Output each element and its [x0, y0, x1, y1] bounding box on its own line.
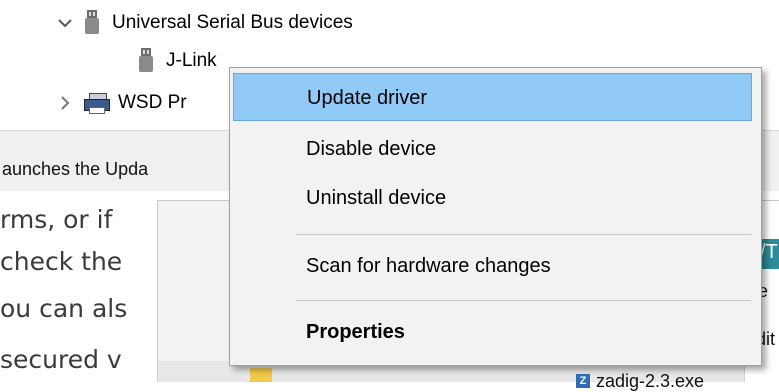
menu-item-update-driver[interactable]: Update driver [233, 73, 752, 121]
tree-node-jlink[interactable]: J-Link [118, 48, 217, 74]
menu-item-disable-device[interactable]: Disable device [233, 125, 752, 173]
background-text-line: ou can als [0, 294, 128, 323]
menu-separator [296, 300, 751, 301]
tree-node-usb-devices[interactable]: Universal Serial Bus devices [56, 10, 353, 36]
menu-item-uninstall-device[interactable]: Uninstall device [233, 174, 752, 222]
chevron-down-icon[interactable] [56, 14, 74, 32]
printer-icon [84, 93, 110, 114]
chevron-right-icon[interactable] [56, 94, 74, 112]
exe-file-icon: Z [576, 374, 590, 388]
status-text: aunches the Upda [2, 159, 149, 179]
context-menu: Update driver Disable device Uninstall d… [229, 67, 762, 366]
background-text-line: rms, or if [0, 205, 113, 234]
menu-item-scan-hardware[interactable]: Scan for hardware changes [233, 242, 752, 290]
file-name[interactable]: zadig-2.3.exe [596, 371, 704, 392]
folder-icon [250, 368, 272, 382]
menu-separator [296, 234, 751, 235]
background-text-line: check the [0, 247, 123, 276]
usb-icon [138, 48, 154, 74]
menu-item-properties[interactable]: Properties [233, 308, 752, 356]
tree-node-label: Universal Serial Bus devices [112, 12, 353, 33]
background-text-line: secured v [0, 345, 122, 374]
tree-node-wsd[interactable]: WSD Pr [56, 92, 187, 114]
usb-icon [84, 10, 100, 36]
tree-node-label: WSD Pr [118, 92, 187, 113]
tree-node-label: J-Link [166, 50, 217, 71]
